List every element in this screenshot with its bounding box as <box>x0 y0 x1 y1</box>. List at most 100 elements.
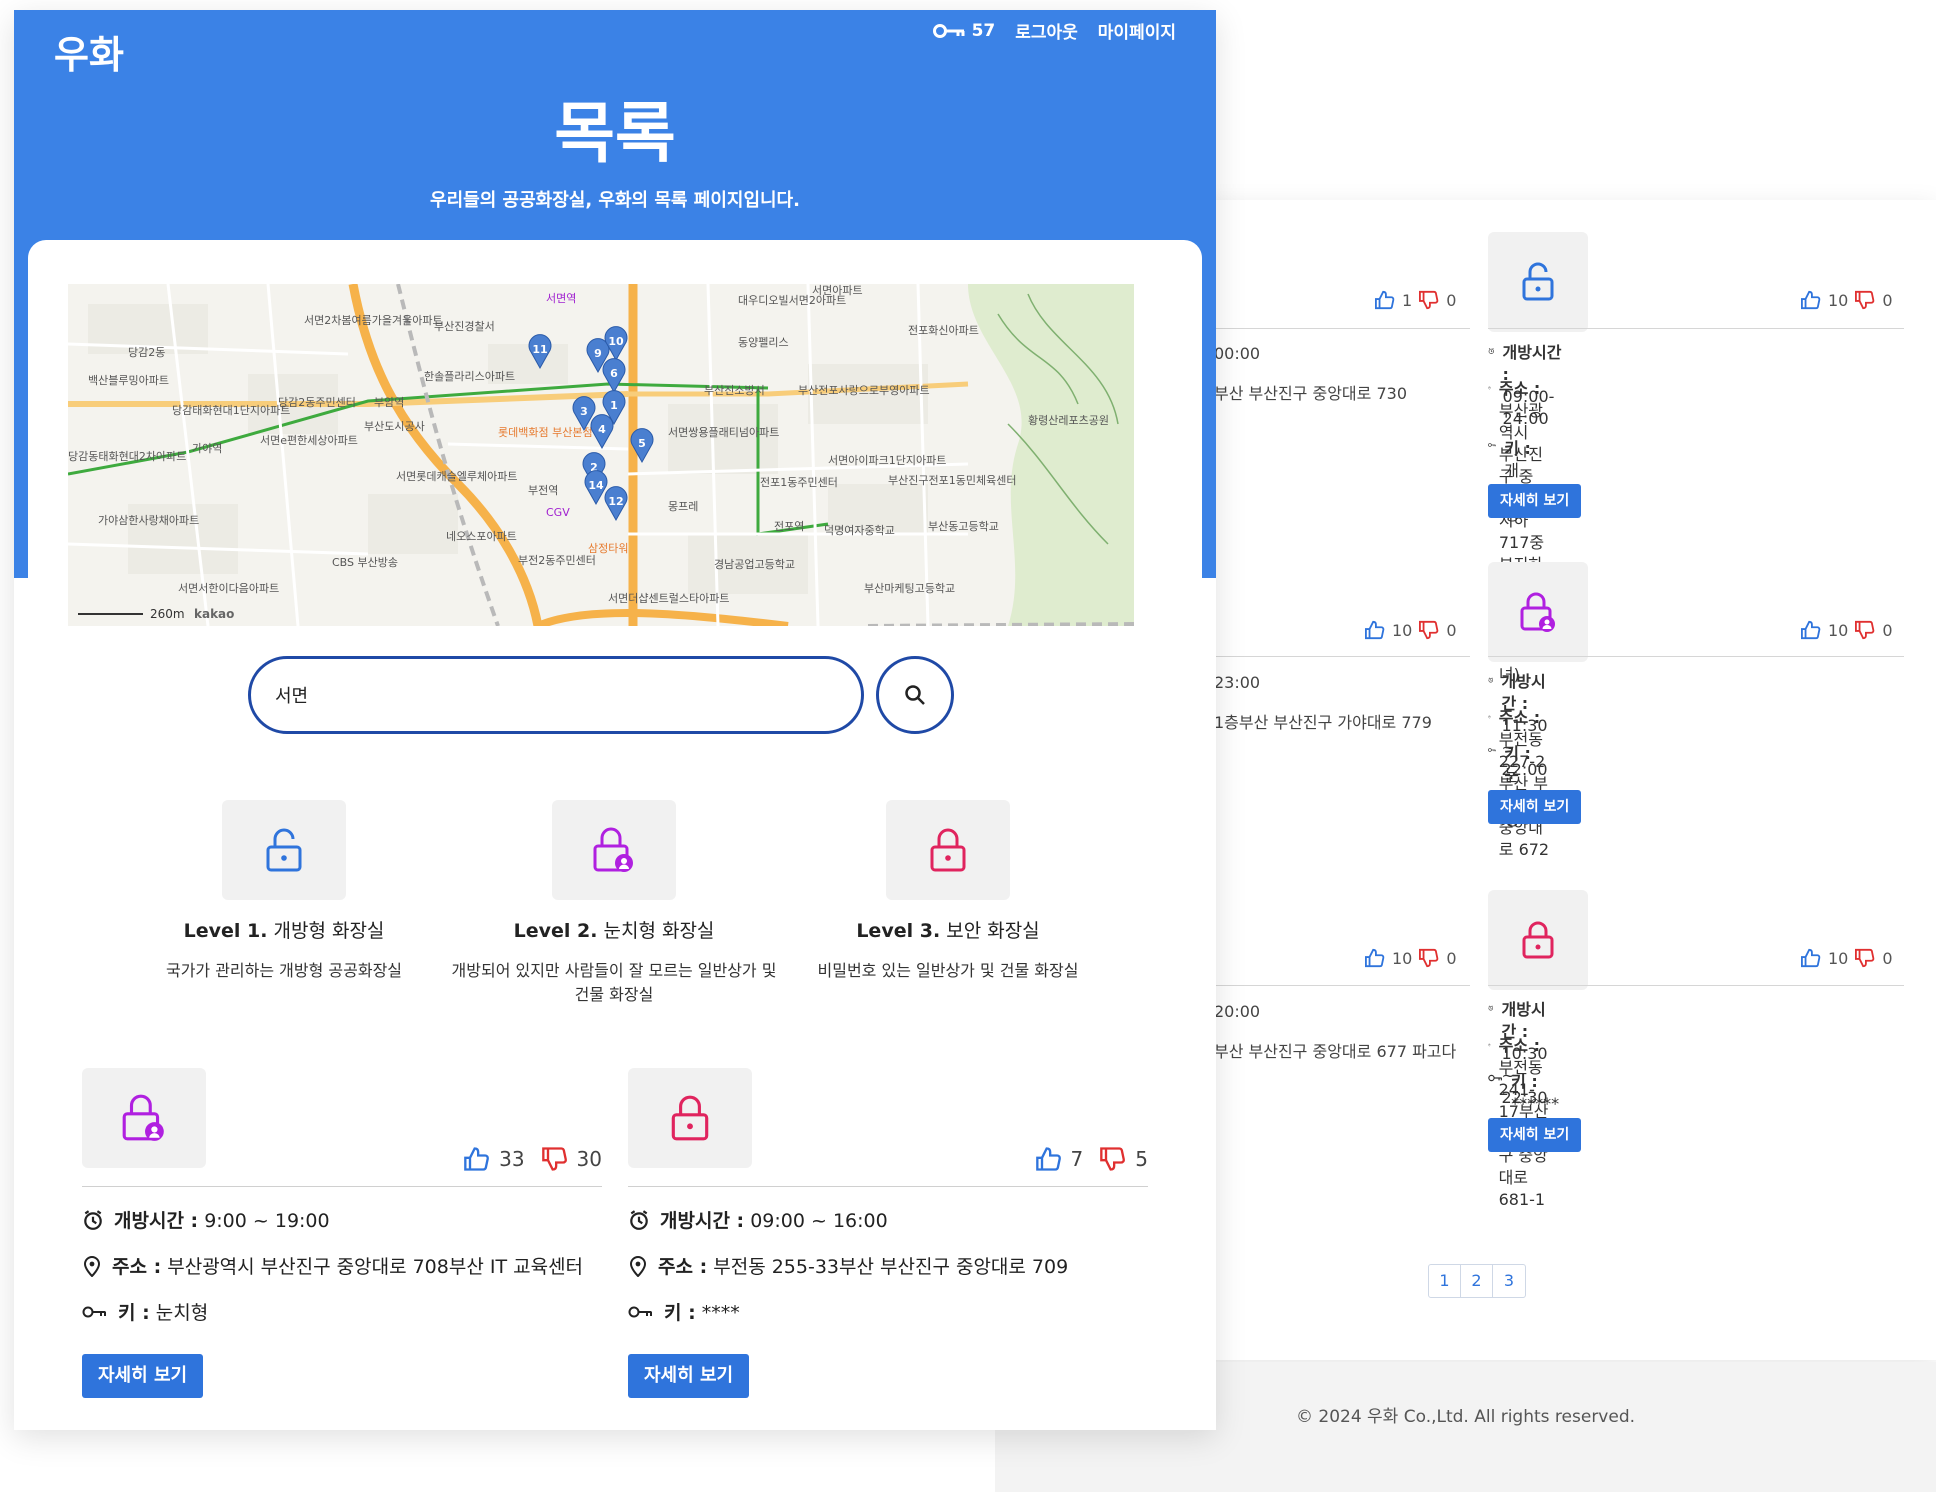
thumbs-down-icon[interactable] <box>1418 290 1440 310</box>
key-label: 키 : <box>118 1302 150 1324</box>
detail-button[interactable]: 자세히 보기 <box>1488 484 1582 518</box>
map-label: 부산전포사랑으로부영아파트 <box>798 384 930 397</box>
search-icon <box>905 685 925 705</box>
alarm-clock-icon <box>1488 348 1494 354</box>
page-1-button[interactable]: 1 <box>1429 1265 1461 1297</box>
key-row: 키 : 눈치형 <box>82 1298 208 1325</box>
vote-box: 1 0 <box>1374 290 1456 310</box>
thumbs-down-icon[interactable] <box>1418 948 1440 968</box>
divider <box>1488 656 1904 657</box>
thumbs-up-icon[interactable] <box>1800 620 1822 640</box>
lock-person-icon <box>593 827 633 872</box>
map-canvas[interactable]: 당감2동 서면2차봄여름가을겨울아파트 부산진경찰서 부암역 롯데백화점 부산본… <box>68 284 1134 626</box>
map-brand: kakao <box>194 607 234 621</box>
map-label: 네오스포아파트 <box>446 530 517 543</box>
map-label: 가야삼한사랑채아파트 <box>98 514 199 527</box>
card-thumbnail <box>1488 562 1588 662</box>
hours-label: 개방시간 : <box>114 1210 199 1232</box>
thumbs-down-icon[interactable] <box>1099 1146 1127 1172</box>
thumbs-down-icon[interactable] <box>541 1146 569 1172</box>
thumbs-up-icon[interactable] <box>463 1146 491 1172</box>
map-label: 부전2동주민센터 <box>518 554 596 567</box>
hours-value: 9:00 ~ 19:00 <box>204 1210 330 1232</box>
thumbs-down-icon[interactable] <box>1854 290 1876 310</box>
search-input[interactable] <box>248 656 864 734</box>
key-value: **** <box>701 1302 740 1324</box>
hours-value: 00:00 <box>1214 344 1261 363</box>
map-label: 동양펠리스 <box>738 336 789 349</box>
pagination: 1 2 3 <box>1428 1264 1526 1298</box>
page-subtitle: 우리들의 공공화장실, 우화의 목록 페이지입니다. <box>430 190 800 211</box>
vote-box: 7 5 <box>1035 1146 1148 1172</box>
level-description: 국가가 관리하는 개방형 공공화장실 <box>165 961 403 980</box>
address-value: 부전동 255-33부산 부산진구 중앙대로 709 <box>713 1256 1069 1278</box>
level-icon-box <box>552 800 676 900</box>
thumbs-up-icon[interactable] <box>1800 290 1822 310</box>
detail-button[interactable]: 자세히 보기 <box>82 1354 204 1398</box>
map-label: 서면롯데캐슬엘루체아파트 <box>396 470 517 483</box>
vote-box: 10 0 <box>1364 620 1457 640</box>
level-1-info: Level 1. 개방형 화장실 국가가 관리하는 개방형 공공화장실 <box>114 800 454 983</box>
thumbs-down-icon[interactable] <box>1854 620 1876 640</box>
mypage-link[interactable]: 마이페이지 <box>1098 18 1176 43</box>
alarm-clock-icon <box>1488 677 1493 683</box>
map-label: 부전역 <box>528 484 558 497</box>
level-description: 비밀번호 있는 일반상가 및 건물 화장실 <box>817 961 1079 980</box>
card-thumbnail <box>1488 232 1588 332</box>
map-label: 전포화신아파트 <box>908 324 979 337</box>
map-label: 부암역 <box>374 396 404 409</box>
vote-box: 10 0 <box>1800 290 1893 310</box>
svg-text:6: 6 <box>610 367 618 380</box>
dislike-count: 0 <box>1882 620 1893 640</box>
map-label: 몽프레 <box>668 500 698 513</box>
divider <box>82 1186 602 1187</box>
like-count: 10 <box>1828 620 1849 640</box>
divider <box>1488 985 1904 986</box>
map-label: 서면아이파크1단지아파트 <box>828 454 946 467</box>
logo[interactable]: 우화 <box>54 24 124 79</box>
key-value: 눈치형 <box>155 1302 209 1324</box>
level-3-info: Level 3. 보안 화장실 비밀번호 있는 일반상가 및 건물 화장실 <box>778 800 1118 983</box>
thumbs-down-icon[interactable] <box>1418 620 1440 640</box>
like-count: 10 <box>1828 290 1849 310</box>
map-label: 경남공업고등학교 <box>714 558 795 571</box>
key-label: 키 : <box>664 1302 696 1324</box>
detail-button[interactable]: 자세히 보기 <box>1488 1118 1582 1152</box>
thumbs-down-icon[interactable] <box>1854 948 1876 968</box>
svg-text:4: 4 <box>598 423 606 436</box>
level-description: 개방되어 있지만 사람들이 잘 모르는 일반상가 및 건물 화장실 <box>451 961 777 1004</box>
dislike-count: 0 <box>1882 290 1893 310</box>
thumbs-up-icon[interactable] <box>1374 290 1396 310</box>
key-label: 키 : <box>1504 439 1531 458</box>
search-button[interactable] <box>876 656 954 734</box>
location-pin-icon <box>83 1255 101 1277</box>
detail-button[interactable]: 자세히 보기 <box>628 1354 750 1398</box>
page-3-button[interactable]: 3 <box>1493 1265 1525 1297</box>
svg-text:9: 9 <box>594 347 602 360</box>
key-balance: 57 <box>932 21 995 41</box>
like-count: 10 <box>1392 620 1413 640</box>
thumbs-up-icon[interactable] <box>1035 1146 1063 1172</box>
vote-box: 10 0 <box>1800 948 1893 968</box>
level-icon-box <box>222 800 346 900</box>
thumbs-up-icon[interactable] <box>1364 948 1386 968</box>
hours-label: 개방시간 : <box>660 1210 745 1232</box>
thumbs-up-icon[interactable] <box>1800 948 1822 968</box>
hours-row: 개방시간 : 09:00 ~ 16:00 <box>628 1206 888 1233</box>
map-label: 서면아파트 <box>812 284 863 297</box>
map-label: 롯데백화점 부산본점 <box>498 426 593 439</box>
svg-text:14: 14 <box>588 479 604 492</box>
map-view[interactable]: 당감2동 서면2차봄여름가을겨울아파트 부산진경찰서 부암역 롯데백화점 부산본… <box>68 284 1134 626</box>
page-2-button[interactable]: 2 <box>1461 1265 1493 1297</box>
card-thumbnail <box>1488 890 1588 990</box>
dislike-count: 30 <box>576 1147 602 1171</box>
detail-button[interactable]: 자세히 보기 <box>1488 790 1582 824</box>
key-label: 키 : <box>1504 744 1531 763</box>
level-number: Level 1. <box>183 920 268 942</box>
key-icon <box>1488 443 1496 447</box>
address-label: 주소 : <box>1498 708 1541 727</box>
thumbs-up-icon[interactable] <box>1364 620 1386 640</box>
level-2-info: Level 2. 눈치형 화장실 개방되어 있지만 사람들이 잘 모르는 일반상… <box>444 800 784 1007</box>
logout-link[interactable]: 로그아웃 <box>1015 18 1078 43</box>
svg-text:11: 11 <box>532 343 547 356</box>
